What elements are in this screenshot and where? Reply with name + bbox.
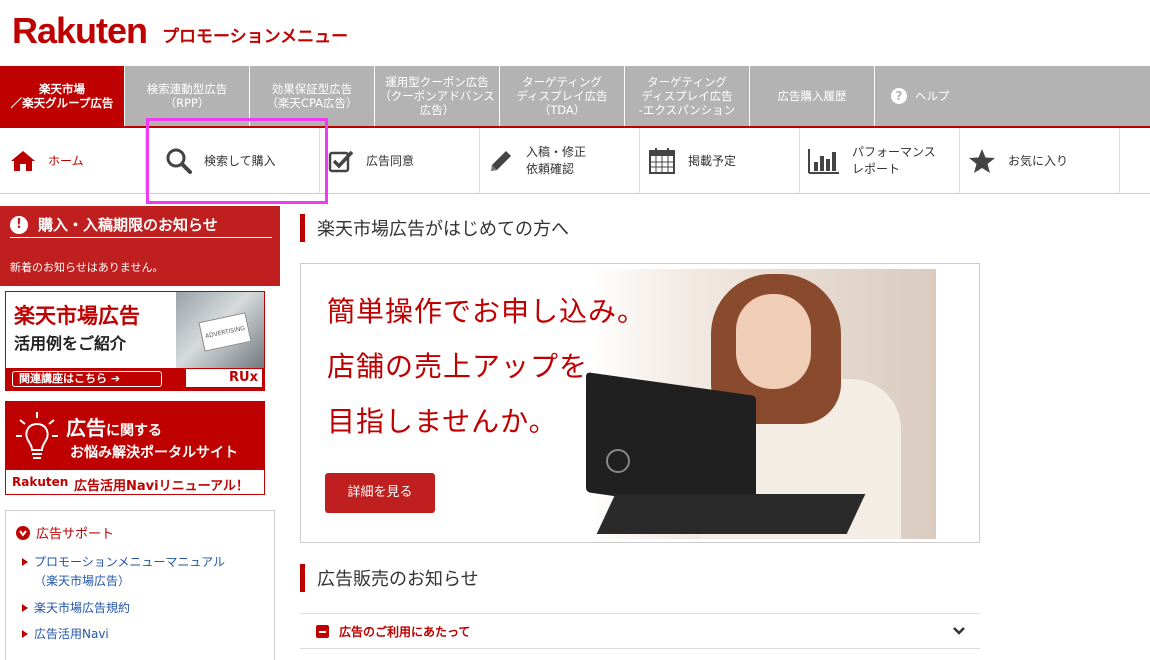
subnav-ad-consent[interactable]: 広告同意 [320, 128, 480, 194]
subnav-search-purchase-label: 検索して購入 [204, 153, 276, 168]
notice-body: 新着のお知らせはありません。 [10, 261, 164, 274]
laptop-logo-icon [606, 449, 630, 473]
deadline-notice-panel: ! 購入・入稿期限のお知らせ 新着のお知らせはありません。 [0, 206, 280, 286]
banner1-title: 楽天市場広告 [14, 304, 140, 328]
banner1-brand: RUx [186, 369, 262, 387]
subnav-favorites[interactable]: お気に入り [960, 128, 1120, 194]
subnav-ad-consent-label: 広告同意 [366, 153, 415, 168]
banner2-line2: お悩み解決ポータルサイト [70, 445, 238, 461]
subnav-home[interactable]: ホーム [0, 128, 146, 194]
subnav-favorites-label: お気に入り [1008, 153, 1069, 168]
subnav-home-label: ホーム [48, 153, 84, 168]
support-link-manual[interactable]: プロモーションメニューマニュアル （楽天市場広告） [22, 553, 225, 591]
subnav-submission-check-label: 入稿・修正 依頼確認 [526, 145, 587, 176]
accordion-ad-usage[interactable]: 広告のご利用にあたって [300, 613, 980, 649]
alert-icon: ! [10, 215, 28, 234]
topnav-help-label: ヘルプ [915, 89, 950, 103]
hero-line-3: 目指しませんか。 [327, 405, 558, 438]
hero-line-1: 簡単操作でお申し込み。 [327, 295, 647, 328]
support-link-navi[interactable]: 広告活用Navi [22, 625, 109, 644]
subnav-search-purchase[interactable]: 検索して購入 [146, 128, 320, 194]
notice-divider [10, 237, 272, 238]
pencil-icon [491, 151, 511, 171]
banner2-line1: 広告に関する [66, 416, 162, 440]
hero-line-2: 店舗の売上アップを [327, 350, 589, 383]
subnav-schedule[interactable]: 掲載予定 [640, 128, 800, 194]
checkbox-icon [328, 150, 354, 173]
notice-title: ! 購入・入稿期限のお知らせ [10, 214, 218, 235]
bar-chart-icon [808, 149, 839, 174]
support-title: 広告サポート [16, 523, 114, 542]
banner2-line3: 広告活用Naviリニューアル！ [74, 479, 249, 494]
section-first-time: 楽天市場広告がはじめての方へ [300, 214, 569, 242]
ad-navi-portal-banner[interactable]: 広告に関する お悩み解決ポータルサイト Rakuten 広告活用Naviリニュー… [5, 401, 265, 495]
top-nav: 楽天市場 ／楽天グループ広告 検索連動型広告 （RPP） 効果保証型広告 （楽天… [0, 66, 1150, 128]
topnav-tda[interactable]: ターゲティング ディスプレイ広告 （TDA） [500, 66, 625, 126]
sub-nav: ホーム 検索して購入 広告同意 入稿・修正 依頼確認 掲載予定 パフォーマンス … [0, 128, 1150, 194]
ad-examples-banner[interactable]: 楽天市場広告 活用例をご紹介 ADVERTISING 関連講座はこちら ➔ RU… [5, 291, 265, 391]
banner2-brand: Rakuten [12, 475, 69, 489]
topnav-coupon-advance[interactable]: 運用型クーポン広告 （クーポンアドバンス 広告） [375, 66, 500, 126]
details-button[interactable]: 詳細を見る [325, 473, 435, 513]
star-icon [969, 149, 995, 173]
home-icon [11, 151, 35, 171]
subnav-submission-check[interactable]: 入稿・修正 依頼確認 [480, 128, 640, 194]
topnav-rakuten-ichiba[interactable]: 楽天市場 ／楽天グループ広告 [0, 66, 125, 126]
support-title-label: 広告サポート [36, 527, 115, 542]
subnav-performance-report-label: パフォーマンス レポート [852, 145, 936, 176]
lightbulb-icon [16, 412, 58, 459]
subnav-schedule-label: 掲載予定 [688, 153, 737, 168]
hero-photo-face [736, 294, 811, 389]
topnav-cpa[interactable]: 効果保証型広告 （楽天CPA広告） [250, 66, 375, 126]
support-link-terms[interactable]: 楽天市場広告規約 [22, 599, 130, 618]
topnav-tda-expansion[interactable]: ターゲティング ディスプレイ広告 -エクスパンション [625, 66, 750, 126]
subnav-performance-report[interactable]: パフォーマンス レポート [800, 128, 960, 194]
notice-title-label: 購入・入稿期限のお知らせ [38, 216, 218, 234]
calendar-icon [649, 148, 675, 174]
collapse-icon [316, 624, 329, 638]
header-subtitle: プロモーションメニュー [162, 27, 349, 47]
ad-support-panel: 広告サポート プロモーションメニューマニュアル （楽天市場広告） 楽天市場広告規… [5, 510, 275, 660]
section-ad-sales-news: 広告販売のお知らせ [300, 564, 479, 592]
help-icon: ? [891, 88, 907, 104]
accordion-label: 広告のご利用にあたって [339, 624, 471, 639]
rakuten-logo[interactable]: Rakuten [12, 10, 148, 52]
heart-chevron-icon [16, 525, 30, 540]
topnav-rpp[interactable]: 検索連動型広告 （RPP） [125, 66, 250, 126]
topnav-purchase-history[interactable]: 広告購入履歴 [750, 66, 875, 126]
hero-photo-keyboard [596, 494, 866, 534]
search-icon [166, 148, 192, 174]
chevron-down-icon [953, 627, 965, 635]
banner1-cta: 関連講座はこちら ➔ [12, 371, 162, 387]
banner1-subtitle: 活用例をご紹介 [14, 334, 127, 353]
header: Rakuten プロモーションメニュー [0, 0, 1150, 66]
topnav-help[interactable]: ? ヘルプ [875, 66, 1025, 126]
hero-banner: 簡単操作でお申し込み。 店舗の売上アップを 目指しませんか。 詳細を見る [300, 263, 980, 543]
